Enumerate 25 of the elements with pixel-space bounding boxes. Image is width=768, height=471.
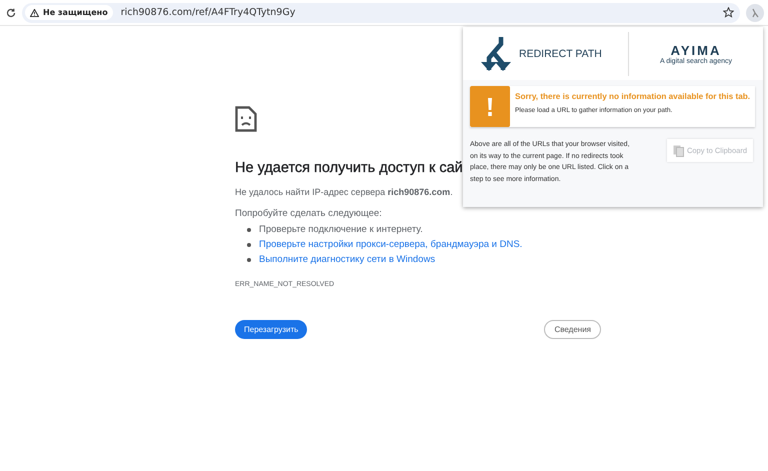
logo-text: REDIRECT PATH [519, 48, 602, 60]
url-text: rich90876.com/ref/A4FTry4QTytn9Gy [120, 7, 296, 18]
star-icon[interactable] [723, 7, 734, 18]
suggestions-title: Попробуйте сделать следующее: [235, 208, 382, 219]
suggestion-link[interactable]: Проверьте настройки прокси-сервера, брандмауэра и DNS. [259, 239, 522, 250]
sad-page-icon [235, 106, 257, 132]
reload-button[interactable]: Перезагрузить [235, 320, 308, 339]
details-button[interactable]: Сведения [544, 320, 601, 339]
error-message: Не удалось найти IP-адрес сервера rich90876.com. [235, 187, 453, 197]
bullet-icon [247, 228, 251, 232]
alert-title: Sorry, there is currently no information available for this tab. [515, 92, 750, 101]
security-chip[interactable]: Не защищено [25, 5, 113, 20]
clipboard-icon [672, 144, 684, 156]
extension-button[interactable] [746, 4, 764, 22]
redirect-path-logo-icon [479, 36, 513, 72]
suggestion-text: Проверьте подключение к интернету. [259, 224, 423, 235]
suggestion-link[interactable]: Выполните диагностику сети в Windows [259, 254, 436, 265]
reload-icon[interactable] [6, 8, 16, 18]
address-bar[interactable]: Не защищено rich90876.com/ref/A4FTry4QTytn9Gy [22, 2, 740, 22]
bullet-icon [247, 242, 251, 246]
brand-name: AYIMA [670, 42, 722, 58]
warning-icon [30, 8, 39, 16]
error-heading: Не удается получить доступ к сай [235, 160, 463, 176]
bullet-icon [247, 258, 251, 262]
branch-icon [750, 8, 760, 18]
